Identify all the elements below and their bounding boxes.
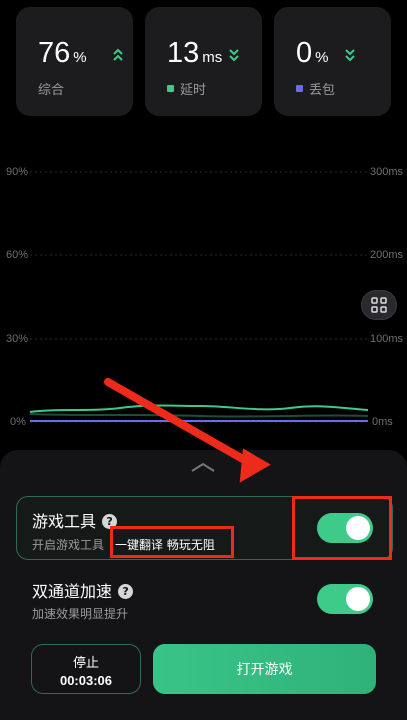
right-axis-tick: 100ms	[370, 333, 404, 345]
network-chart: 90% 60% 30% 0% 300ms 200ms 100ms 0ms	[0, 150, 407, 450]
chevrons-down-icon	[229, 49, 239, 62]
annotation-box-toggle	[292, 496, 392, 560]
latency-legend-dot	[167, 85, 174, 92]
game-tools-subtitle: 开启游戏工具	[32, 538, 105, 552]
packet-loss-label: 丢包	[296, 79, 335, 98]
toggle-knob	[346, 587, 370, 611]
overall-value: 76	[38, 37, 71, 69]
chevron-up-icon[interactable]	[190, 462, 216, 472]
dual-channel-title: 双通道加速?	[32, 578, 134, 602]
help-icon[interactable]: ?	[118, 584, 134, 599]
dual-channel-subtitle: 加速效果明显提升	[32, 607, 129, 621]
packet-loss-unit: %	[315, 49, 329, 66]
left-axis-tick: 0%	[10, 416, 26, 428]
chart-grid	[29, 171, 369, 423]
right-axis-tick: 200ms	[370, 249, 404, 261]
latency-stat-card: 13 ms 延时	[145, 7, 262, 116]
stop-label: 停止	[72, 656, 99, 671]
right-axis-tick: 300ms	[370, 166, 404, 178]
latency-unit: ms	[202, 49, 223, 66]
left-axis-tick: 60%	[6, 249, 29, 261]
left-axis-tick: 90%	[6, 166, 29, 178]
floating-menu-button[interactable]	[361, 290, 397, 320]
annotation-box-highlight	[110, 526, 234, 558]
game-tools-title: 游戏工具?	[32, 508, 118, 532]
chevrons-down-icon	[345, 49, 355, 62]
packet-loss-value: 0	[296, 37, 313, 69]
latency-value: 13	[167, 37, 200, 69]
overall-unit: %	[73, 49, 87, 66]
open-game-button[interactable]: 打开游戏	[153, 644, 376, 694]
chevrons-up-icon	[113, 48, 123, 61]
dual-channel-toggle[interactable]	[317, 584, 373, 614]
overall-label: 综合	[38, 83, 65, 98]
latency-label: 延时	[167, 79, 206, 98]
overall-stat-card: 76% 综合	[16, 7, 133, 116]
packet-loss-stat-card: 0% 丢包	[274, 7, 391, 116]
packet-loss-legend-dot	[296, 85, 303, 92]
stop-button[interactable]: 停止 00:03:06	[31, 644, 141, 694]
quality-series-line	[29, 413, 369, 418]
left-axis-tick: 30%	[6, 333, 29, 345]
grid-menu-icon	[371, 297, 387, 313]
session-timer: 00:03:06	[59, 673, 113, 688]
latency-series-line	[29, 404, 369, 413]
right-axis-tick: 0ms	[372, 416, 393, 428]
